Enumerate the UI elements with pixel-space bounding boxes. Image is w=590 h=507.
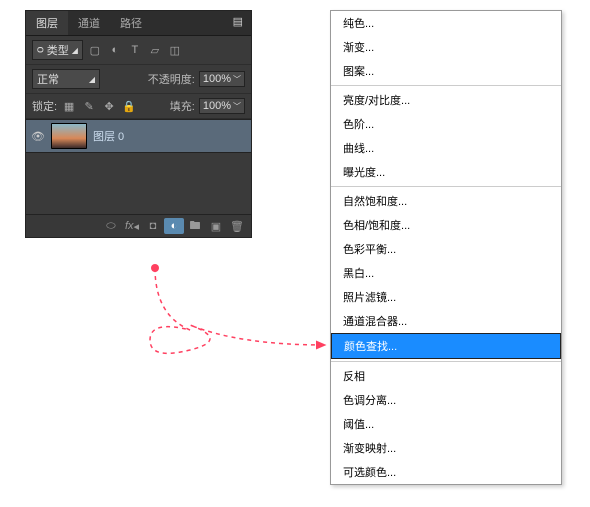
lock-transparent-icon[interactable]: ▦ (61, 99, 77, 113)
menu-item[interactable]: 曝光度... (331, 160, 561, 184)
menu-item[interactable]: 黑白... (331, 261, 561, 285)
layer-name[interactable]: 图层 0 (93, 128, 124, 144)
opacity-value: 100% (203, 73, 231, 85)
fill-input[interactable]: 100% ﹀ (199, 98, 245, 114)
delete-icon[interactable]: 🗑 (227, 218, 247, 234)
menu-item[interactable]: 色彩平衡... (331, 237, 561, 261)
annotation-arrow (140, 250, 335, 370)
chevron-down-icon: ﹀ (233, 74, 241, 85)
adjust-filter-icon[interactable]: ◐ (107, 43, 123, 57)
search-icon: ᴑ (37, 44, 44, 56)
lock-all-icon[interactable]: 🔒 (121, 99, 137, 113)
blend-mode-select[interactable]: 正常 ◢ (32, 69, 100, 89)
tab-channels[interactable]: 通道 (68, 11, 110, 35)
opacity-label: 不透明度: (148, 71, 195, 87)
menu-item[interactable]: 渐变映射... (331, 436, 561, 460)
menu-separator (331, 186, 561, 187)
adjustment-context-menu: 纯色...渐变...图案... 亮度/对比度...色阶...曲线...曝光度...… (330, 10, 562, 485)
filter-label: 类型 (47, 42, 69, 58)
menu-item[interactable]: 颜色查找... (331, 333, 561, 359)
blend-row: 正常 ◢ 不透明度: 100% ﹀ (26, 65, 251, 94)
lock-move-icon[interactable]: ✥ (101, 99, 117, 113)
smart-filter-icon[interactable]: ◫ (167, 43, 183, 57)
filter-row: ᴑ 类型 ◢ ▢ ◐ T ▱ ◫ (26, 36, 251, 65)
menu-item[interactable]: 色调分离... (331, 388, 561, 412)
shape-filter-icon[interactable]: ▱ (147, 43, 163, 57)
panel-menu-icon[interactable]: ▤ (225, 11, 251, 35)
menu-item[interactable]: 反相 (331, 364, 561, 388)
menu-item[interactable]: 可选颜色... (331, 460, 561, 484)
lock-brush-icon[interactable]: ✎ (81, 99, 97, 113)
opacity-input[interactable]: 100% ﹀ (199, 71, 245, 87)
menu-item[interactable]: 图案... (331, 59, 561, 83)
layer-row[interactable]: 👁 图层 0 (26, 119, 251, 153)
menu-item[interactable]: 通道混合器... (331, 309, 561, 333)
filter-type-select[interactable]: ᴑ 类型 ◢ (32, 40, 83, 60)
new-layer-icon[interactable]: ▣ (206, 218, 226, 234)
menu-item[interactable]: 纯色... (331, 11, 561, 35)
menu-separator (331, 85, 561, 86)
menu-item[interactable]: 自然饱和度... (331, 189, 561, 213)
menu-item[interactable]: 曲线... (331, 136, 561, 160)
menu-item[interactable]: 色阶... (331, 112, 561, 136)
menu-item[interactable]: 色相/饱和度... (331, 213, 561, 237)
adjustment-layer-icon[interactable]: ◐ (164, 218, 184, 234)
link-icon[interactable]: ⬭ (101, 218, 121, 234)
layer-list: 👁 图层 0 (26, 119, 251, 214)
menu-item[interactable]: 亮度/对比度... (331, 88, 561, 112)
fx-icon[interactable]: fx◂ (122, 218, 142, 234)
tab-layers[interactable]: 图层 (26, 11, 68, 35)
lock-label: 锁定: (32, 98, 57, 114)
menu-separator (331, 361, 561, 362)
chevron-down-icon: ﹀ (233, 101, 241, 112)
visibility-icon[interactable]: 👁 (31, 130, 45, 143)
panel-tabs: 图层 通道 路径 ▤ (26, 11, 251, 36)
menu-item[interactable]: 渐变... (331, 35, 561, 59)
fill-label: 填充: (170, 98, 195, 114)
layers-panel: 图层 通道 路径 ▤ ᴑ 类型 ◢ ▢ ◐ T ▱ ◫ 正常 ◢ 不透明度: 1… (25, 10, 252, 238)
chevron-down-icon: ◢ (72, 46, 78, 55)
chevron-down-icon: ◢ (89, 75, 95, 84)
menu-item[interactable]: 阈值... (331, 412, 561, 436)
tab-paths[interactable]: 路径 (110, 11, 152, 35)
blend-mode-value: 正常 (37, 71, 59, 87)
image-filter-icon[interactable]: ▢ (87, 43, 103, 57)
panel-footer: ⬭ fx◂ ◘ ◐ 🖿 ▣ 🗑 (26, 214, 251, 237)
type-filter-icon[interactable]: T (127, 43, 143, 57)
menu-item[interactable]: 照片滤镜... (331, 285, 561, 309)
group-icon[interactable]: 🖿 (185, 218, 205, 234)
layer-thumbnail[interactable] (51, 123, 87, 149)
mask-icon[interactable]: ◘ (143, 218, 163, 234)
lock-row: 锁定: ▦ ✎ ✥ 🔒 填充: 100% ﹀ (26, 94, 251, 119)
fill-value: 100% (203, 100, 231, 112)
